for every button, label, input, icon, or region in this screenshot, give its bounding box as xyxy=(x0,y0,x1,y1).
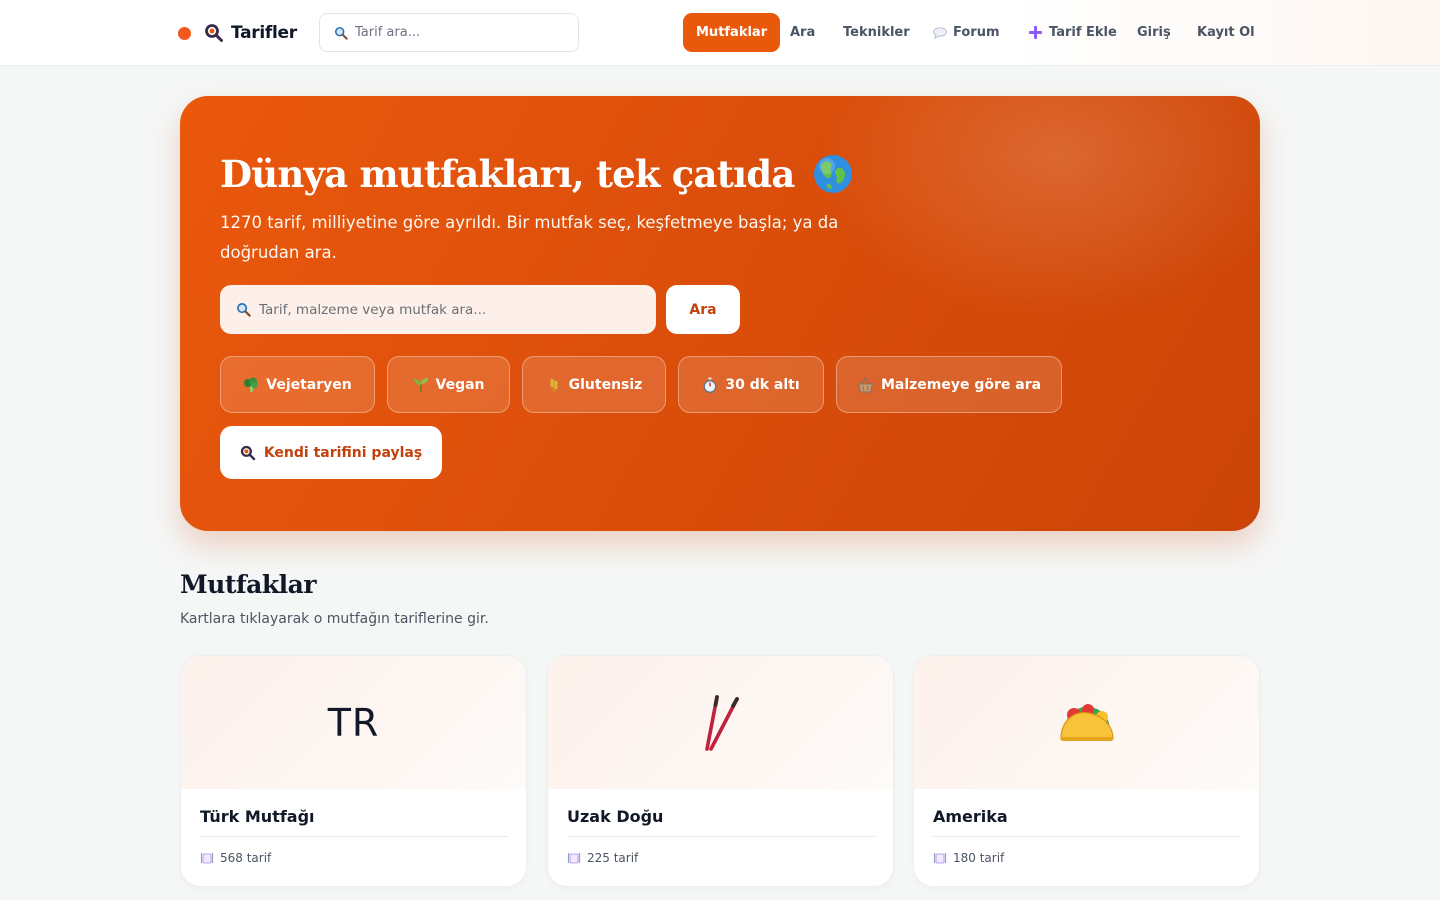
magnifier-logo-icon xyxy=(240,445,256,460)
brand-name: Tarifler xyxy=(231,23,297,43)
share-recipe-button[interactable]: Kendi tarifini paylaş xyxy=(220,426,442,479)
filter-chip-malzeme[interactable]: Malzemeye göre ara xyxy=(836,356,1062,413)
basket-icon xyxy=(857,376,874,393)
filter-chip-vejetaryen[interactable]: Vejetaryen xyxy=(220,356,375,413)
magnifier-logo-icon xyxy=(205,24,223,42)
brand-dot-icon xyxy=(178,26,191,40)
hero-subtitle: 1270 tarif, milliyetine göre ayrıldı. Bi… xyxy=(220,213,839,262)
search-icon xyxy=(334,26,348,40)
chip-label: Vegan xyxy=(435,376,485,393)
nav-ara[interactable]: Ara xyxy=(790,13,815,52)
card-divider xyxy=(933,836,1241,837)
card-recipe-count: 225 tarif xyxy=(567,851,638,865)
nav-kayit-ol[interactable]: Kayıt Ol xyxy=(1197,13,1255,52)
speech-bubble-icon xyxy=(933,26,947,39)
nav-forum[interactable]: Forum xyxy=(933,13,1000,52)
plate-icon xyxy=(933,852,947,864)
taco-icon xyxy=(1059,703,1114,741)
nav-label: Teknikler xyxy=(843,25,910,40)
plus-icon xyxy=(1028,25,1043,40)
broccoli-icon xyxy=(243,377,259,393)
hero-search-input[interactable] xyxy=(259,301,639,318)
nav-label: Mutfaklar xyxy=(696,25,768,40)
card-recipe-count-text: 225 tarif xyxy=(587,851,639,865)
chopsticks-icon xyxy=(704,694,739,751)
nav-tarif-ekle[interactable]: Tarif Ekle xyxy=(1028,13,1117,52)
share-recipe-label: Kendi tarifini paylaş xyxy=(263,444,423,461)
card-recipe-count: 568 tarif xyxy=(200,851,271,865)
section-subtitle: Kartlara tıklayarak o mutfağın tarifleri… xyxy=(180,611,489,627)
filter-chip-vegan[interactable]: Vegan xyxy=(387,356,510,413)
hero-title-text: Dünya mutfakları, tek çatıda xyxy=(220,152,795,196)
cuisine-card-turk[interactable]: TR Türk Mutfağı 568 tarif xyxy=(180,655,527,887)
nav-label: Giriş xyxy=(1137,25,1171,40)
nav-label: Ara xyxy=(790,25,816,40)
header-search-box[interactable] xyxy=(319,13,579,52)
card-title: Amerika xyxy=(933,807,1008,826)
seedling-icon xyxy=(413,377,429,393)
stopwatch-icon xyxy=(702,377,718,393)
search-icon xyxy=(237,303,251,317)
section-title: Mutfaklar xyxy=(180,570,317,599)
card-recipe-count: 180 tarif xyxy=(933,851,1004,865)
card-visual xyxy=(548,656,893,789)
brand-logo[interactable]: Tarifler xyxy=(178,20,297,46)
top-navbar: Tarifler Mutfaklar Ara Teknikler Forum T… xyxy=(0,0,1440,66)
card-recipe-count-text: 180 tarif xyxy=(953,851,1005,865)
hero-banner: Dünya mutfakları, tek çatıda 1270 tarif,… xyxy=(180,96,1260,531)
plate-icon xyxy=(567,852,581,864)
chip-label: Malzemeye göre ara xyxy=(880,376,1042,393)
nav-giris[interactable]: Giriş xyxy=(1137,13,1171,52)
hero-search-button-label: Ara xyxy=(689,301,717,318)
filter-chip-30dk[interactable]: 30 dk altı xyxy=(678,356,824,413)
wheat-icon xyxy=(546,377,562,393)
nav-label: Kayıt Ol xyxy=(1197,25,1255,40)
chip-label: 30 dk altı xyxy=(725,376,800,393)
filter-chip-glutensiz[interactable]: Glutensiz xyxy=(522,356,666,413)
card-visual xyxy=(914,656,1259,789)
card-visual: TR xyxy=(181,656,526,789)
nav-label: Forum xyxy=(953,25,1000,40)
nav-label: Tarif Ekle xyxy=(1049,25,1117,40)
card-recipe-count-text: 568 tarif xyxy=(220,851,272,865)
nav-teknikler[interactable]: Teknikler xyxy=(843,13,910,52)
chip-label: Glutensiz xyxy=(568,376,643,393)
hero-search-box[interactable] xyxy=(220,285,656,334)
card-divider xyxy=(200,836,508,837)
cuisine-card-uzak-dogu[interactable]: Uzak Doğu 225 tarif xyxy=(547,655,894,887)
card-title: Türk Mutfağı xyxy=(200,807,315,826)
header-search-input[interactable] xyxy=(355,25,555,40)
hero-search-button[interactable]: Ara xyxy=(666,285,740,334)
cuisine-card-amerika[interactable]: Amerika 180 tarif xyxy=(913,655,1260,887)
card-country-code: TR xyxy=(327,700,380,745)
plate-icon xyxy=(200,852,214,864)
card-title: Uzak Doğu xyxy=(567,807,664,826)
card-divider xyxy=(567,836,875,837)
nav-mutfaklar[interactable]: Mutfaklar xyxy=(683,13,781,52)
globe-icon xyxy=(813,155,852,193)
hero-title: Dünya mutfakları, tek çatıda xyxy=(220,152,853,196)
chip-label: Vejetaryen xyxy=(266,376,352,393)
